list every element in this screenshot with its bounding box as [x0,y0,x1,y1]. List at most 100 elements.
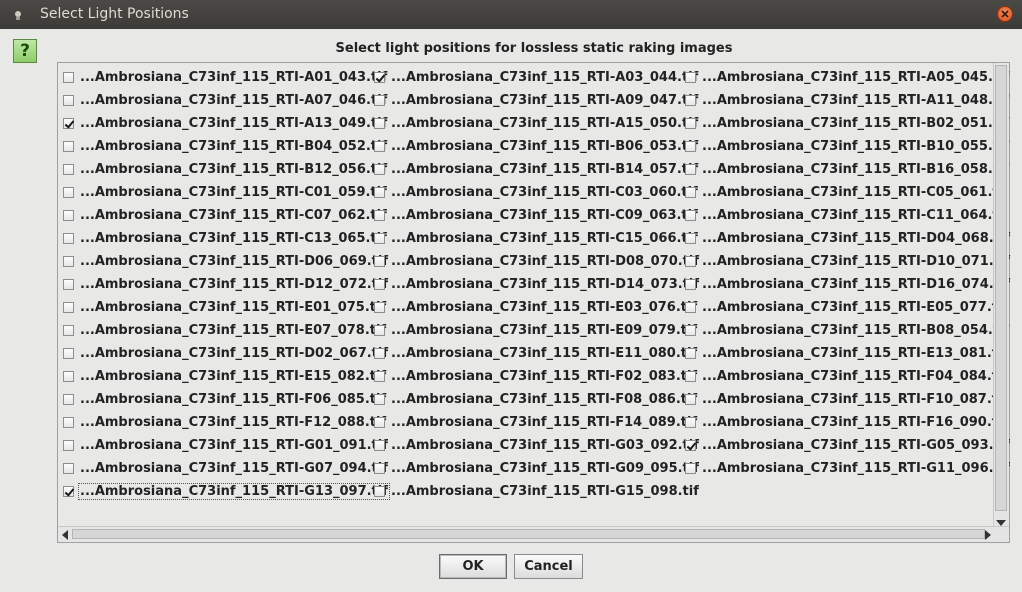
light-position-item[interactable]: ...Ambrosiana_C73inf_115_RTI-F02_083.tif [374,365,697,388]
light-position-label[interactable]: ...Ambrosiana_C73inf_115_RTI-B10_055.tif [701,139,1010,154]
light-position-item[interactable]: ...Ambrosiana_C73inf_115_RTI-G03_092.tif [374,434,699,457]
checkbox[interactable] [685,463,696,474]
light-position-label[interactable]: ...Ambrosiana_C73inf_115_RTI-G01_091.tif [79,438,389,453]
checkbox[interactable] [374,141,385,152]
checkbox-checked[interactable] [63,486,74,497]
checkbox[interactable] [374,187,385,198]
light-position-item[interactable]: ...Ambrosiana_C73inf_115_RTI-E07_078.tif [63,319,386,342]
checkbox[interactable] [374,417,385,428]
light-position-item[interactable]: ...Ambrosiana_C73inf_115_RTI-A05_045.tif [685,66,1009,89]
checkbox-checked[interactable] [685,440,696,451]
light-position-label[interactable]: ...Ambrosiana_C73inf_115_RTI-F06_085.tif [79,392,387,407]
light-position-item[interactable]: ...Ambrosiana_C73inf_115_RTI-D02_067.tif [63,342,388,365]
light-position-label[interactable]: ...Ambrosiana_C73inf_115_RTI-A09_047.tif [390,93,699,108]
checkbox[interactable] [63,210,74,221]
checkbox[interactable] [63,187,74,198]
close-button[interactable] [997,6,1013,22]
light-position-item[interactable]: ...Ambrosiana_C73inf_115_RTI-E09_079.tif [374,319,697,342]
light-position-item[interactable]: ...Ambrosiana_C73inf_115_RTI-G09_095.tif [374,457,699,480]
light-position-item[interactable]: ...Ambrosiana_C73inf_115_RTI-C07_062.tif [63,204,387,227]
light-position-item[interactable]: ...Ambrosiana_C73inf_115_RTI-C01_059.tif [63,181,387,204]
light-position-label[interactable]: ...Ambrosiana_C73inf_115_RTI-G03_092.tif [390,438,700,453]
light-position-item[interactable]: ...Ambrosiana_C73inf_115_RTI-B16_058.tif [685,158,1009,181]
light-position-item[interactable]: ...Ambrosiana_C73inf_115_RTI-A09_047.tif [374,89,698,112]
checkbox[interactable] [374,164,385,175]
light-position-item[interactable]: ...Ambrosiana_C73inf_115_RTI-G07_094.tif [63,457,388,480]
checkbox[interactable] [63,95,74,106]
light-position-label[interactable]: ...Ambrosiana_C73inf_115_RTI-F08_086.tif [390,392,698,407]
checkbox[interactable] [685,187,696,198]
checkbox[interactable] [63,394,74,405]
light-position-item[interactable]: ...Ambrosiana_C73inf_115_RTI-F14_089.tif [374,411,697,434]
checkbox[interactable] [63,256,74,267]
light-position-item[interactable]: ...Ambrosiana_C73inf_115_RTI-G13_097.tif [63,480,390,503]
light-position-label[interactable]: ...Ambrosiana_C73inf_115_RTI-D08_070.tif [390,254,700,269]
light-position-label[interactable]: ...Ambrosiana_C73inf_115_RTI-E09_079.tif [390,323,698,338]
light-position-item[interactable]: ...Ambrosiana_C73inf_115_RTI-F10_087.tif [685,388,1008,411]
ok-button[interactable]: OK [439,554,507,579]
light-position-label[interactable]: ...Ambrosiana_C73inf_115_RTI-A07_046.tif [79,93,388,108]
light-position-item[interactable]: ...Ambrosiana_C73inf_115_RTI-C09_063.tif [374,204,698,227]
light-position-label[interactable]: ...Ambrosiana_C73inf_115_RTI-F02_083.tif [390,369,698,384]
checkbox[interactable] [374,325,385,336]
light-position-item[interactable]: ...Ambrosiana_C73inf_115_RTI-B12_056.tif [63,158,387,181]
checkbox[interactable] [374,486,385,497]
checkbox[interactable] [63,325,74,336]
light-position-label[interactable]: ...Ambrosiana_C73inf_115_RTI-A11_048.tif [701,93,1010,108]
checkbox[interactable] [685,348,696,359]
checkbox[interactable] [63,371,74,382]
light-position-item[interactable]: ...Ambrosiana_C73inf_115_RTI-E15_082.tif [63,365,386,388]
light-position-label[interactable]: ...Ambrosiana_C73inf_115_RTI-G09_095.tif [390,461,700,476]
light-position-item[interactable]: ...Ambrosiana_C73inf_115_RTI-D06_069.tif [63,250,388,273]
light-position-label[interactable]: ...Ambrosiana_C73inf_115_RTI-E05_077.tif [701,300,1009,315]
light-position-item[interactable]: ...Ambrosiana_C73inf_115_RTI-E03_076.tif [374,296,697,319]
checkbox[interactable] [374,256,385,267]
checkbox-checked[interactable] [63,118,74,129]
light-position-label[interactable]: ...Ambrosiana_C73inf_115_RTI-E07_078.tif [79,323,387,338]
light-position-label[interactable]: ...Ambrosiana_C73inf_115_RTI-E15_082.tif [79,369,387,384]
light-position-label[interactable]: ...Ambrosiana_C73inf_115_RTI-E01_075.tif [79,300,387,315]
light-position-label[interactable]: ...Ambrosiana_C73inf_115_RTI-G15_098.tif [390,484,700,499]
light-position-label[interactable]: ...Ambrosiana_C73inf_115_RTI-C01_059.tif [79,185,388,200]
checkbox[interactable] [374,440,385,451]
checkbox[interactable] [374,302,385,313]
light-position-label[interactable]: ...Ambrosiana_C73inf_115_RTI-C15_066.tif [390,231,699,246]
light-position-label[interactable]: ...Ambrosiana_C73inf_115_RTI-B06_053.tif [390,139,699,154]
light-position-item[interactable]: ...Ambrosiana_C73inf_115_RTI-B10_055.tif [685,135,1009,158]
light-position-item[interactable]: ...Ambrosiana_C73inf_115_RTI-E01_075.tif [63,296,386,319]
light-position-item[interactable]: ...Ambrosiana_C73inf_115_RTI-E11_080.tif [374,342,697,365]
checkbox[interactable] [685,233,696,244]
checkbox[interactable] [685,72,696,83]
light-position-item[interactable]: ...Ambrosiana_C73inf_115_RTI-D16_074.tif [685,273,1010,296]
checkbox[interactable] [374,394,385,405]
light-position-item[interactable]: ...Ambrosiana_C73inf_115_RTI-B04_052.tif [63,135,387,158]
checkbox-checked[interactable] [374,72,385,83]
light-position-item[interactable]: ...Ambrosiana_C73inf_115_RTI-F04_084.tif [685,365,1008,388]
light-position-item[interactable]: ...Ambrosiana_C73inf_115_RTI-A01_043.tif [63,66,387,89]
light-position-label[interactable]: ...Ambrosiana_C73inf_115_RTI-B08_054.tif [701,323,1010,338]
light-positions-scroll-pane[interactable]: ...Ambrosiana_C73inf_115_RTI-A01_043.tif… [57,62,1010,543]
checkbox[interactable] [685,141,696,152]
checkbox[interactable] [63,164,74,175]
light-position-item[interactable]: ...Ambrosiana_C73inf_115_RTI-D14_073.tif [374,273,699,296]
checkbox[interactable] [685,279,696,290]
light-position-item[interactable]: ...Ambrosiana_C73inf_115_RTI-C15_066.tif [374,227,698,250]
light-position-item[interactable]: ...Ambrosiana_C73inf_115_RTI-A15_050.tif [374,112,698,135]
light-position-label[interactable]: ...Ambrosiana_C73inf_115_RTI-E11_080.tif [390,346,698,361]
checkbox[interactable] [63,233,74,244]
checkbox[interactable] [374,95,385,106]
light-position-item[interactable]: ...Ambrosiana_C73inf_115_RTI-G01_091.tif [63,434,388,457]
light-position-item[interactable]: ...Ambrosiana_C73inf_115_RTI-B14_057.tif [374,158,698,181]
checkbox[interactable] [685,417,696,428]
light-position-label[interactable]: ...Ambrosiana_C73inf_115_RTI-D06_069.tif [79,254,389,269]
light-position-item[interactable]: ...Ambrosiana_C73inf_115_RTI-E13_081.tif [685,342,1008,365]
light-position-label[interactable]: ...Ambrosiana_C73inf_115_RTI-F12_088.tif [79,415,387,430]
light-position-item[interactable]: ...Ambrosiana_C73inf_115_RTI-F12_088.tif [63,411,386,434]
vertical-scroll-thumb[interactable] [995,65,1007,511]
checkbox[interactable] [374,233,385,244]
light-position-label[interactable]: ...Ambrosiana_C73inf_115_RTI-B16_058.tif [701,162,1010,177]
light-position-label[interactable]: ...Ambrosiana_C73inf_115_RTI-F04_084.tif [701,369,1009,384]
light-position-label[interactable]: ...Ambrosiana_C73inf_115_RTI-E13_081.tif [701,346,1009,361]
light-position-item[interactable]: ...Ambrosiana_C73inf_115_RTI-C11_064.tif [685,204,1009,227]
light-position-item[interactable]: ...Ambrosiana_C73inf_115_RTI-F06_085.tif [63,388,386,411]
